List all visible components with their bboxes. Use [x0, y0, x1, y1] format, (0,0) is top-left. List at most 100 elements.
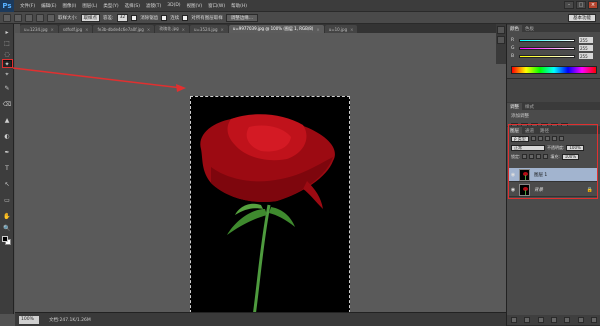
new-selection-icon[interactable] [14, 13, 22, 22]
shape-tool-icon[interactable]: ▭ [2, 196, 12, 204]
color-panel-tabs: 颜色 色板 [507, 24, 600, 32]
slider-label: G [511, 45, 515, 51]
tab-color[interactable]: 颜色 [507, 25, 522, 32]
maximize-button[interactable]: □ [576, 1, 586, 9]
menu-edit[interactable]: 编辑(E) [41, 3, 56, 9]
tab-swatches[interactable]: 色板 [522, 25, 537, 32]
red-slider-row: R 255 [511, 37, 597, 43]
menu-file[interactable]: 文件(F) [20, 3, 35, 9]
refine-edge-button[interactable]: 调整边缘... [225, 13, 259, 22]
green-slider[interactable] [519, 46, 575, 50]
menu-window[interactable]: 窗口(W) [208, 3, 225, 9]
tolerance-input[interactable]: 32 [116, 13, 129, 22]
sample-all-label: 对所有图层取样 [191, 15, 223, 21]
tool-preset-icon[interactable] [3, 13, 11, 22]
new-layer-icon[interactable] [577, 317, 584, 323]
blur-tool-icon[interactable]: ▲ [2, 116, 12, 124]
menu-layer[interactable]: 图层(L) [82, 3, 97, 9]
document-tab[interactable]: u=10.jpg × [324, 25, 358, 33]
document-info: 文档:247.1K/1.26M [49, 317, 91, 323]
sample-all-checkbox[interactable] [182, 14, 189, 21]
status-bar: 100% 文档:247.1K/1.26M [15, 312, 506, 326]
workspace-select[interactable]: 基本功能 [568, 14, 596, 22]
menu-view[interactable]: 视图(V) [187, 3, 203, 9]
close-icon[interactable]: × [51, 27, 54, 32]
trash-icon[interactable] [591, 317, 598, 323]
antialias-checkbox[interactable] [131, 14, 138, 21]
brush-tool-icon[interactable]: ✎ [2, 84, 12, 92]
photoshop-logo: Ps [0, 0, 14, 12]
contiguous-label: 连续 [170, 15, 180, 21]
dodge-tool-icon[interactable]: ◐ [2, 132, 12, 140]
adjust-title: 添加调整 [511, 114, 529, 119]
collapsed-dock [496, 24, 506, 64]
close-icon[interactable]: × [147, 27, 150, 32]
color-spectrum[interactable] [511, 66, 597, 74]
layers-footer [507, 315, 600, 325]
blue-value[interactable]: 255 [579, 53, 593, 59]
contiguous-checkbox[interactable] [161, 14, 168, 21]
document-tabs: u=1234.jpg × sdfsdf.jpg × fe3b-dbde4c6e7a0… [20, 24, 504, 33]
menu-3d[interactable]: 3D(D) [167, 3, 180, 8]
close-button[interactable]: × [588, 1, 598, 9]
red-slider[interactable] [519, 38, 575, 42]
close-icon[interactable]: × [350, 27, 353, 32]
add-to-selection-icon[interactable] [25, 13, 33, 22]
zoom-tool-icon[interactable]: 🔍 [2, 224, 12, 232]
tab-label: u=3524.jpg [194, 26, 218, 32]
document-canvas[interactable] [190, 96, 350, 323]
document-tab-active[interactable]: u=9977039.jpg @ 100% (图层 1, RGB/8) × [228, 25, 324, 33]
foreground-color-swatch[interactable] [2, 236, 8, 242]
blue-slider[interactable] [519, 54, 575, 58]
fx-icon[interactable] [524, 317, 531, 323]
marquee-tool-icon[interactable]: ⬚ [2, 39, 12, 47]
menu-type[interactable]: 类型(Y) [103, 3, 118, 9]
menu-image[interactable]: 图像(I) [62, 3, 76, 9]
subtract-selection-icon[interactable] [36, 13, 44, 22]
document-tab[interactable]: u=1234.jpg × [20, 25, 58, 33]
color-panel: 颜色 色板 R 255 G 255 B 255 [507, 24, 600, 79]
add-mask-icon[interactable] [537, 317, 544, 323]
properties-dock-icon[interactable] [497, 36, 505, 44]
adjust-panel-tabs: 调整 样式 [507, 102, 600, 110]
rose-image [200, 114, 335, 322]
green-slider-row: G 255 [511, 45, 597, 51]
tab-label: u=10.jpg [328, 26, 348, 32]
path-selection-tool-icon[interactable]: ↖ [2, 180, 12, 188]
slider-label: R [511, 37, 515, 43]
document-tab[interactable]: fe3b-dbde4c6e7a0f.jpg × [93, 25, 155, 33]
antialias-label: 消除锯齿 [140, 15, 159, 21]
eraser-tool-icon[interactable]: ⌫ [2, 100, 12, 108]
zoom-field[interactable]: 100% [19, 315, 39, 324]
minimize-button[interactable]: – [564, 1, 574, 9]
type-tool-icon[interactable]: T [2, 164, 12, 172]
close-icon[interactable]: × [221, 27, 224, 32]
tab-adjustments[interactable]: 调整 [507, 103, 522, 110]
close-icon[interactable]: × [85, 27, 88, 32]
document-tab[interactable]: sdfsdf.jpg × [58, 25, 93, 33]
lasso-tool-icon[interactable]: ◌ [2, 50, 12, 58]
hand-tool-icon[interactable]: ✋ [2, 212, 12, 220]
window-controls: – □ × [564, 1, 598, 9]
close-icon[interactable]: × [316, 27, 319, 32]
menu-select[interactable]: 选择(S) [125, 3, 140, 9]
sample-size-select[interactable]: 取样点 [80, 13, 101, 22]
close-icon[interactable]: × [182, 27, 185, 32]
tab-styles[interactable]: 样式 [522, 103, 537, 110]
red-value[interactable]: 255 [579, 37, 593, 43]
tolerance-label: 容差: [103, 15, 114, 21]
history-dock-icon[interactable] [497, 26, 505, 34]
intersect-selection-icon[interactable] [47, 13, 55, 22]
canvas-area[interactable] [15, 33, 506, 323]
crop-tool-icon[interactable]: ⌖ [2, 71, 12, 79]
pen-tool-icon[interactable]: ✒ [2, 148, 12, 156]
new-group-icon[interactable] [564, 317, 571, 323]
link-layers-icon[interactable] [510, 317, 517, 323]
menu-filter[interactable]: 滤镜(T) [146, 3, 161, 9]
document-tab[interactable]: 玫瑰花.jpg × [155, 25, 190, 33]
green-value[interactable]: 255 [579, 45, 593, 51]
menu-help[interactable]: 帮助(H) [231, 3, 247, 9]
move-tool-icon[interactable]: ▸ [2, 28, 12, 36]
new-adjustment-icon[interactable] [550, 317, 557, 323]
document-tab[interactable]: u=3524.jpg × [190, 25, 228, 33]
